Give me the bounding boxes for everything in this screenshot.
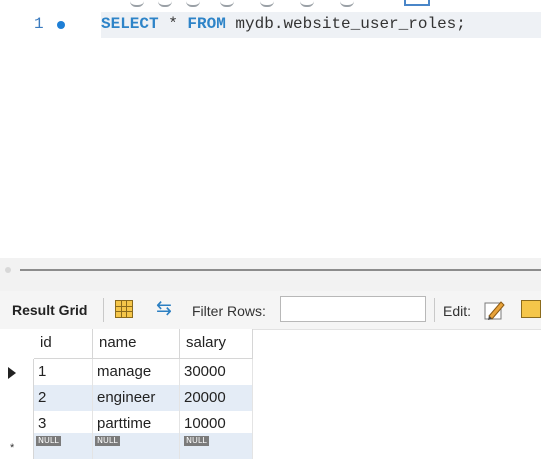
result-toolbar: Result Grid ⇆ Filter Rows: Edit: [0, 291, 541, 330]
result-grid[interactable]: id name salary 1 manage 30000 2 engineer… [0, 329, 253, 460]
table-reference: mydb.website_user_roles; [225, 15, 466, 33]
new-row[interactable]: * NULL NULL NULL [0, 433, 253, 459]
sql-statement[interactable]: SELECT * FROM mydb.website_user_roles; [101, 15, 466, 33]
table-edit-icon[interactable] [521, 300, 541, 318]
row-header[interactable] [0, 359, 34, 385]
table-row[interactable]: 2 engineer 20000 [0, 385, 253, 411]
column-header-salary[interactable]: salary [180, 329, 253, 359]
cell-id[interactable]: NULL [34, 433, 93, 459]
cell-name[interactable]: manage [93, 359, 180, 385]
edit-label: Edit: [443, 303, 472, 319]
row-header[interactable]: * [0, 433, 34, 459]
panel-splitter[interactable] [0, 258, 541, 291]
editor-toolbar-remnant [100, 0, 541, 7]
cell-id[interactable]: 1 [34, 359, 93, 385]
cell-salary[interactable]: NULL [180, 433, 253, 459]
sql-editor[interactable]: 1 SELECT * FROM mydb.website_user_roles; [0, 0, 541, 258]
toolbar-icon[interactable] [260, 0, 274, 7]
toolbar-toggle-icon[interactable] [404, 0, 430, 6]
refresh-icon[interactable]: ⇆ [156, 299, 172, 319]
table-row[interactable]: 1 manage 30000 [0, 359, 253, 385]
cell-salary[interactable]: 30000 [180, 359, 253, 385]
toolbar-icon[interactable] [220, 0, 234, 7]
grid-view-icon[interactable] [115, 300, 133, 318]
grid-corner [0, 329, 35, 359]
cell-id[interactable]: 2 [34, 385, 93, 411]
splitter-grip-icon[interactable] [5, 267, 11, 273]
toolbar-icon[interactable] [340, 0, 354, 7]
null-badge: NULL [95, 436, 120, 446]
splitter-divider [20, 269, 541, 271]
toolbar-icon[interactable] [186, 0, 200, 7]
editor-line[interactable]: 1 SELECT * FROM mydb.website_user_roles; [0, 12, 541, 38]
toolbar-icon[interactable] [300, 0, 314, 7]
edit-row-icon[interactable] [483, 299, 507, 321]
keyword-select: SELECT [101, 15, 159, 33]
filter-rows-label: Filter Rows: [192, 303, 266, 319]
column-header-name[interactable]: name [93, 329, 180, 359]
null-badge: NULL [36, 436, 61, 446]
line-number: 1 [34, 15, 44, 33]
cell-name[interactable]: engineer [93, 385, 180, 411]
toolbar-icon[interactable] [158, 0, 172, 7]
new-row-marker-icon: * [10, 442, 15, 454]
cell-name[interactable]: NULL [93, 433, 180, 459]
select-star: * [158, 15, 188, 33]
cell-salary[interactable]: 20000 [180, 385, 253, 411]
toolbar-icon[interactable] [130, 0, 144, 7]
filter-rows-input[interactable] [280, 296, 426, 322]
null-badge: NULL [184, 436, 209, 446]
toolbar-separator [103, 298, 104, 322]
statement-marker-icon [57, 21, 65, 29]
keyword-from: FROM [187, 15, 226, 33]
result-grid-tab[interactable]: Result Grid [12, 302, 87, 318]
toolbar-separator [434, 298, 435, 322]
row-header[interactable] [0, 385, 34, 411]
column-header-id[interactable]: id [34, 329, 93, 359]
current-row-arrow-icon [8, 367, 16, 379]
